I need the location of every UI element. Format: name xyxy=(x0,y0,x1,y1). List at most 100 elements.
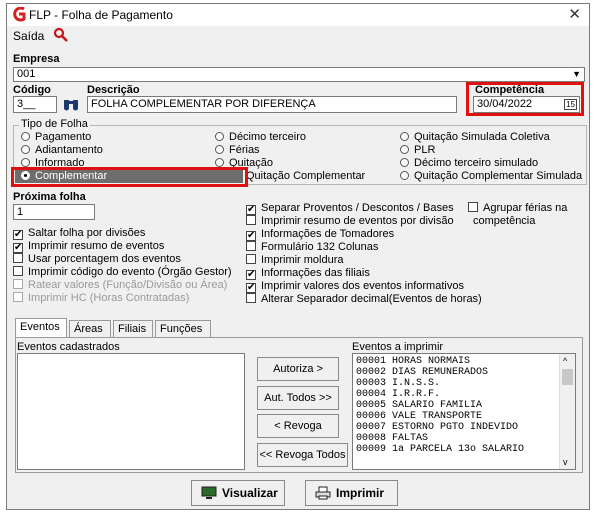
radio-dot xyxy=(21,158,30,167)
codigo-label: Código xyxy=(13,84,51,96)
checkbox-box xyxy=(468,202,478,212)
right-option-checkbox[interactable]: Alterar Separador decimal(Eventos de hor… xyxy=(246,293,482,305)
right-option-checkbox[interactable]: Imprimir moldura xyxy=(246,254,344,266)
checkbox-label: Imprimir código do evento (Órgão Gestor) xyxy=(28,266,232,278)
checkmark-icon: ✔ xyxy=(13,229,23,240)
list-item[interactable]: 00008 FALTAS xyxy=(356,433,556,444)
checkbox-box xyxy=(13,292,23,302)
radio-dot xyxy=(400,171,409,180)
visualizar-label: Visualizar xyxy=(222,486,278,500)
checkbox-box xyxy=(246,293,256,303)
list-item[interactable]: 00004 I.R.R.F. xyxy=(356,389,556,400)
list-item[interactable]: 00001 HORAS NORMAIS xyxy=(356,356,556,367)
radio-quitacao-simulada-coletiva[interactable]: Quitação Simulada Coletiva xyxy=(400,131,550,143)
right-option-checkbox[interactable]: ✔ Separar Proventos / Descontos / Bases xyxy=(246,202,454,215)
descricao-label: Descrição xyxy=(87,84,140,96)
radio-dot xyxy=(215,132,224,141)
tab-filiais[interactable]: Filiais xyxy=(113,320,153,337)
empresa-label: Empresa xyxy=(13,53,60,65)
radio-dot xyxy=(400,132,409,141)
tab-eventos[interactable]: Eventos xyxy=(15,318,67,338)
eventos-scrollbar[interactable]: ^ v xyxy=(559,354,575,469)
tab-funcoes[interactable]: Funções xyxy=(155,320,211,337)
tab-areas[interactable]: Áreas xyxy=(69,320,111,337)
checkmark-icon: ✔ xyxy=(246,269,256,280)
close-icon[interactable]: ✕ xyxy=(568,5,581,23)
descricao-input[interactable]: FOLHA COMPLEMENTAR POR DIFERENÇA xyxy=(87,96,457,113)
radio-quitacao-complementar-simulada[interactable]: Quitação Complementar Simulada xyxy=(400,170,582,182)
app-logo-icon xyxy=(13,7,26,22)
radio-label: Décimo terceiro simulado xyxy=(414,157,539,169)
radio-ferias[interactable]: Férias xyxy=(215,144,260,156)
competencia-highlight xyxy=(466,82,584,116)
radio-label: Adiantamento xyxy=(35,144,103,156)
left-option-checkbox[interactable]: Usar porcentagem dos eventos xyxy=(13,253,181,265)
eventos-imprimir-list[interactable]: 00001 HORAS NORMAIS 00002 DIAS REMUNERADO… xyxy=(352,353,576,470)
autoriza-todos-button[interactable]: Aut. Todos >> xyxy=(257,386,339,410)
proxima-folha-input[interactable]: 1 xyxy=(13,204,95,220)
left-option-checkbox[interactable]: Imprimir HC (Horas Contratadas) xyxy=(13,292,189,304)
codigo-input[interactable]: 3__ xyxy=(13,96,57,113)
radio-label: Quitação Simulada Coletiva xyxy=(414,131,550,143)
right-option-checkbox[interactable]: ✔ Imprimir valores dos eventos informativ… xyxy=(246,280,464,293)
right-option-checkbox[interactable]: ✔ Informações das filiais xyxy=(246,267,370,280)
title-bar: FLP - Folha de Pagamento ✕ xyxy=(7,4,589,26)
checkbox-box xyxy=(13,253,23,263)
checkbox-label: Imprimir resumo de eventos por divisão xyxy=(261,215,454,227)
empresa-select[interactable]: 001 ▼ xyxy=(13,67,585,82)
visualizar-button[interactable]: Visualizar xyxy=(191,480,285,506)
left-option-checkbox[interactable]: ✔ Imprimir resumo de eventos xyxy=(13,240,164,253)
list-item[interactable]: 00003 I.N.S.S. xyxy=(356,378,556,389)
right-option-checkbox[interactable]: Imprimir resumo de eventos por divisão xyxy=(246,215,454,227)
empresa-value: 001 xyxy=(17,68,36,80)
radio-plr[interactable]: PLR xyxy=(400,144,435,156)
eventos-cadastrados-list[interactable] xyxy=(17,353,245,470)
scroll-up-icon[interactable]: ^ xyxy=(563,356,567,366)
checkbox-label: Informações das filiais xyxy=(261,267,370,279)
printer-icon xyxy=(315,486,331,500)
checkbox-label: Separar Proventos / Descontos / Bases xyxy=(261,202,454,214)
checkbox-label: Saltar folha por divisões xyxy=(28,227,146,239)
radio-adiantamento[interactable]: Adiantamento xyxy=(21,144,103,156)
revoga-todos-button[interactable]: << Revoga Todos xyxy=(257,443,348,467)
proxima-folha-label: Próxima folha xyxy=(13,191,86,203)
agrupar-ferias-label-2: competência xyxy=(473,215,536,227)
imprimir-button[interactable]: Imprimir xyxy=(305,480,398,506)
checkbox-label: Informações de Tomadores xyxy=(261,228,395,240)
scroll-down-icon[interactable]: v xyxy=(563,457,568,467)
radio-dot xyxy=(21,145,30,154)
scroll-thumb[interactable] xyxy=(562,369,573,385)
right-option-checkbox[interactable]: Formulário 132 Colunas xyxy=(246,241,378,253)
right-option-checkbox[interactable]: ✔ Informações de Tomadores xyxy=(246,228,394,241)
radio-pagamento[interactable]: Pagamento xyxy=(21,131,91,143)
eventos-panel: Eventos cadastrados Autoriza > Aut. Todo… xyxy=(15,337,583,473)
radio-label: Férias xyxy=(229,144,260,156)
agrupar-ferias-checkbox[interactable]: Agrupar férias na xyxy=(468,202,567,214)
binoculars-icon[interactable] xyxy=(62,96,80,112)
radio-decimo-terceiro[interactable]: Décimo terceiro xyxy=(215,131,306,143)
left-option-checkbox[interactable]: ✔ Saltar folha por divisões xyxy=(13,227,145,240)
radio-label: Quitação Complementar Simulada xyxy=(414,170,583,182)
autoriza-button[interactable]: Autoriza > xyxy=(257,357,339,381)
radio-decimo-terceiro-simulado[interactable]: Décimo terceiro simulado xyxy=(400,157,538,169)
radio-label: Quitação Complementar xyxy=(246,170,366,182)
list-item[interactable]: 00006 VALE TRANSPORTE xyxy=(356,411,556,422)
complementar-highlight xyxy=(11,167,248,187)
radio-quitacao-complementar[interactable]: Quitação Complementar xyxy=(246,170,365,182)
checkbox-box xyxy=(13,279,23,289)
revoga-button[interactable]: < Revoga xyxy=(257,414,339,438)
list-item[interactable]: 00005 SALARIO FAMILIA xyxy=(356,400,556,411)
radio-label: PLR xyxy=(414,144,436,156)
list-item[interactable]: 00007 ESTORNO PGTO INDEVIDO xyxy=(356,422,556,433)
main-window: FLP - Folha de Pagamento ✕ Saída Empresa… xyxy=(6,3,590,510)
eventos-cadastrados-label: Eventos cadastrados xyxy=(17,341,120,353)
monitor-icon xyxy=(201,486,217,499)
left-option-checkbox[interactable]: Ratear valores (Função/Divisão ou Área) xyxy=(13,279,227,291)
radio-dot xyxy=(400,145,409,154)
left-option-checkbox[interactable]: Imprimir código do evento (Órgão Gestor) xyxy=(13,266,232,278)
tipo-folha-legend: Tipo de Folha xyxy=(19,118,90,130)
search-icon[interactable] xyxy=(53,27,69,43)
list-item[interactable]: 00009 1a PARCELA 13o SALARIO xyxy=(356,444,556,455)
list-item[interactable]: 00002 DIAS REMUNERADOS xyxy=(356,367,556,378)
menu-saida[interactable]: Saída xyxy=(13,29,44,43)
